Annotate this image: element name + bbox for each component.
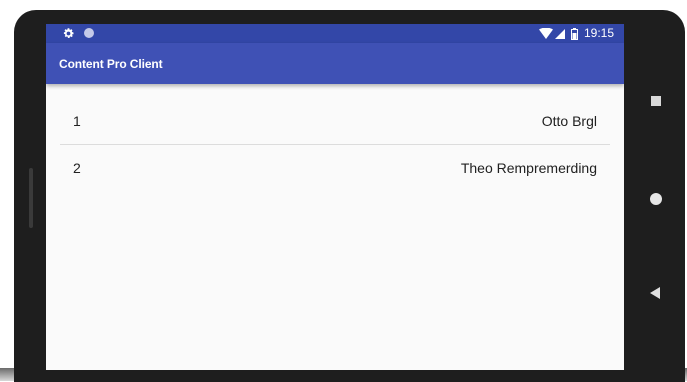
list-item-name: Otto Brgl [541, 113, 597, 129]
app-bar: Content Pro Client [46, 43, 624, 84]
status-bar: 19:15 [46, 24, 624, 43]
device-screen: 19:15 Content Pro Client 1 Otto Brgl 2 T… [46, 24, 624, 370]
list-item-number: 1 [73, 113, 81, 129]
wifi-icon [538, 28, 553, 39]
list-item-number: 2 [73, 160, 81, 176]
contact-list: 1 Otto Brgl 2 Theo Rempremerding [60, 98, 610, 191]
app-title: Content Pro Client [59, 57, 163, 71]
status-time: 19:15 [583, 26, 614, 40]
recents-square-icon[interactable] [651, 96, 661, 106]
list-item[interactable]: 2 Theo Rempremerding [60, 144, 610, 191]
cell-signal-icon [554, 28, 565, 39]
list-item-name: Theo Rempremerding [460, 160, 597, 176]
home-circle-icon[interactable] [650, 193, 662, 205]
circle-notification-icon [84, 28, 94, 38]
status-icons: 19:15 [538, 26, 614, 41]
battery-icon [570, 27, 578, 40]
back-triangle-icon[interactable] [650, 287, 660, 299]
gear-icon [63, 28, 74, 38]
device-side-button [29, 168, 33, 228]
list-item[interactable]: 1 Otto Brgl [60, 98, 610, 144]
